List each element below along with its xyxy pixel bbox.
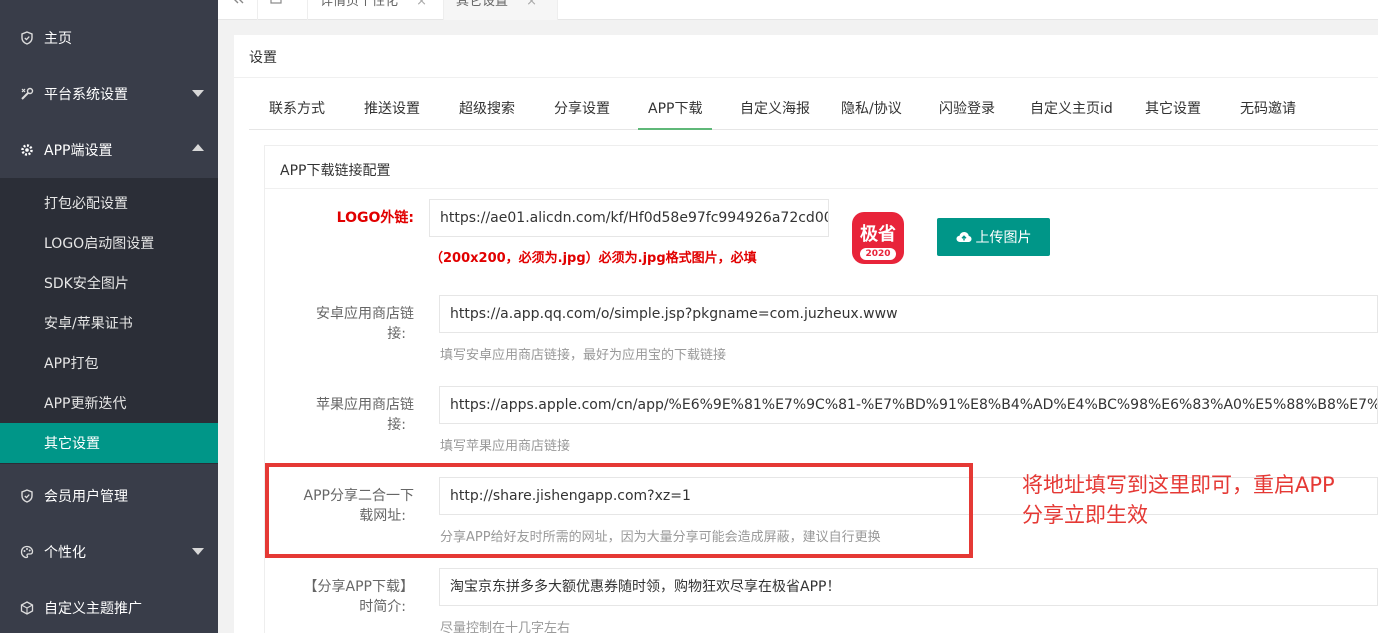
panel-title: APP下载链接配置	[280, 163, 391, 179]
page-tabs-bar: 详情页个性化 × 其它设置 ×	[218, 0, 1378, 20]
shield-icon	[20, 489, 34, 503]
tab-privacy[interactable]: 隐私/协议	[841, 90, 902, 130]
cloud-upload-icon	[956, 232, 971, 242]
double-chevron-left-icon[interactable]	[218, 0, 258, 20]
shield-icon	[20, 31, 34, 45]
submenu-item-other-settings[interactable]: 其它设置	[0, 423, 218, 463]
submenu-item-label: SDK安全图片	[44, 276, 129, 292]
share-intro-hint: 尽量控制在十几字左右	[440, 621, 571, 633]
logo-url-input[interactable]: https://ae01.alicdn.com/kf/Hf0d58e97fc99…	[429, 199, 829, 237]
label-line: 【分享APP下载】	[303, 579, 414, 595]
nav-item-app-settings[interactable]: APP端设置	[0, 122, 218, 178]
share-intro-label: 【分享APP下载】 时简介:	[270, 577, 414, 617]
share-intro-input[interactable]: 淘宝京东拼多多大额优惠券随时领，购物狂欢尽享在极省APP！	[439, 568, 1378, 606]
page-tab-other-settings[interactable]: 其它设置 ×	[444, 0, 558, 20]
tab-no-code-invite[interactable]: 无码邀请	[1240, 90, 1296, 130]
tab-custom-poster[interactable]: 自定义海报	[740, 90, 810, 130]
label-line: 苹果应用商店链	[316, 397, 414, 413]
chevron-up-icon	[192, 144, 204, 151]
label-line: 接:	[387, 417, 406, 433]
android-store-label: 安卓应用商店链 接:	[270, 304, 414, 344]
page-tab-detail-personalization[interactable]: 详情页个性化 ×	[308, 0, 444, 20]
divider	[265, 188, 1378, 189]
tab-share[interactable]: 分享设置	[554, 90, 610, 130]
submenu-item-app-update[interactable]: APP更新迭代	[0, 383, 218, 423]
submenu-item-certificates[interactable]: 安卓/苹果证书	[0, 303, 218, 343]
logo-year: 2020	[860, 248, 896, 260]
tab-app-download[interactable]: APP下载	[638, 90, 713, 130]
nav-item-label: 平台系统设置	[44, 87, 128, 103]
submenu-item-label: APP更新迭代	[44, 396, 127, 412]
chevron-down-icon	[192, 548, 204, 555]
upload-image-button[interactable]: 上传图片	[937, 218, 1050, 256]
page-tab-label: 详情页个性化	[320, 0, 399, 9]
nav-item-platform-settings[interactable]: 平台系统设置	[0, 66, 218, 122]
tab-super-search[interactable]: 超级搜索	[459, 90, 515, 130]
nav-item-label: 自定义主题推广	[44, 601, 142, 617]
settings-tabs: 联系方式 推送设置 超级搜索 分享设置 APP下载 自定义海报 隐私/协议 闪验…	[249, 90, 1378, 130]
card-title: 设置	[249, 50, 277, 66]
app-logo-preview: 极省 2020	[852, 212, 904, 264]
close-icon[interactable]: ×	[416, 0, 427, 9]
ios-store-hint: 填写苹果应用商店链接	[440, 439, 571, 454]
submenu-item-label: APP打包	[44, 356, 99, 372]
chevron-down-icon	[192, 90, 204, 97]
android-store-input[interactable]: https://a.app.qq.com/o/simple.jsp?pkgnam…	[439, 295, 1378, 333]
submenu-item-pack-settings[interactable]: 打包必配设置	[0, 183, 218, 223]
submenu-item-label: 其它设置	[44, 436, 100, 452]
ios-store-input[interactable]: https://apps.apple.com/cn/app/%E6%9E%81%…	[439, 386, 1378, 424]
tab-push[interactable]: 推送设置	[364, 90, 420, 130]
tab-other-settings[interactable]: 其它设置	[1145, 90, 1201, 130]
submenu-item-sdk-image[interactable]: SDK安全图片	[0, 263, 218, 303]
nav-item-label: 主页	[44, 31, 72, 47]
upload-button-label: 上传图片	[975, 230, 1032, 246]
page-tab-label: 其它设置	[456, 0, 509, 9]
nav-item-label: APP端设置	[44, 143, 113, 159]
highlight-box	[265, 463, 973, 558]
sidebar: 主页 平台系统设置 APP端设置 打包必配设置 LOGO启动图设置 SDK安全图…	[0, 0, 218, 633]
nav-item-label: 会员用户管理	[44, 489, 128, 505]
cube-icon	[20, 601, 34, 615]
submenu-item-label: 安卓/苹果证书	[44, 316, 133, 332]
gear-icon	[20, 143, 34, 157]
label-line: 时简介:	[359, 599, 406, 615]
submenu-item-label: LOGO启动图设置	[44, 236, 155, 252]
submenu-item-label: 打包必配设置	[44, 196, 128, 212]
label-line: 安卓应用商店链	[316, 306, 414, 322]
submenu-item-logo-startup[interactable]: LOGO启动图设置	[0, 223, 218, 263]
close-icon[interactable]: ×	[526, 0, 537, 9]
nav-item-custom-theme[interactable]: 自定义主题推广	[0, 580, 218, 633]
divider	[234, 77, 1378, 78]
submenu-item-app-pack[interactable]: APP打包	[0, 343, 218, 383]
submenu-app-settings: 打包必配设置 LOGO启动图设置 SDK安全图片 安卓/苹果证书 APP打包 A…	[0, 178, 218, 464]
android-store-hint: 填写安卓应用商店链接，最好为应用宝的下载链接	[440, 348, 727, 363]
logo-url-hint: （200x200，必须为.jpg）必须为.jpg格式图片，必填	[430, 251, 757, 266]
tab-custom-home-id[interactable]: 自定义主页id	[1030, 90, 1113, 130]
logo-text: 极省	[860, 224, 896, 245]
nav-item-label: 个性化	[44, 545, 86, 561]
nav-item-member-management[interactable]: 会员用户管理	[0, 468, 218, 524]
tab-contact[interactable]: 联系方式	[269, 90, 325, 130]
tools-icon	[20, 87, 34, 101]
label-line: 接:	[387, 326, 406, 342]
nav-item-personalization[interactable]: 个性化	[0, 524, 218, 580]
annotation-text: 将地址填写到这里即可，重启APP 分享立即生效	[1022, 470, 1378, 530]
tab-flash-login[interactable]: 闪验登录	[939, 90, 995, 130]
annotation-line: 分享立即生效	[1022, 503, 1148, 527]
logo-url-label: LOGO外链:	[336, 210, 414, 226]
ios-store-label: 苹果应用商店链 接:	[270, 395, 414, 435]
nav-item-home[interactable]: 主页	[0, 10, 218, 66]
annotation-line: 将地址填写到这里即可，重启APP	[1022, 473, 1335, 497]
home-tab-icon[interactable]	[258, 0, 308, 20]
palette-icon	[20, 545, 34, 559]
